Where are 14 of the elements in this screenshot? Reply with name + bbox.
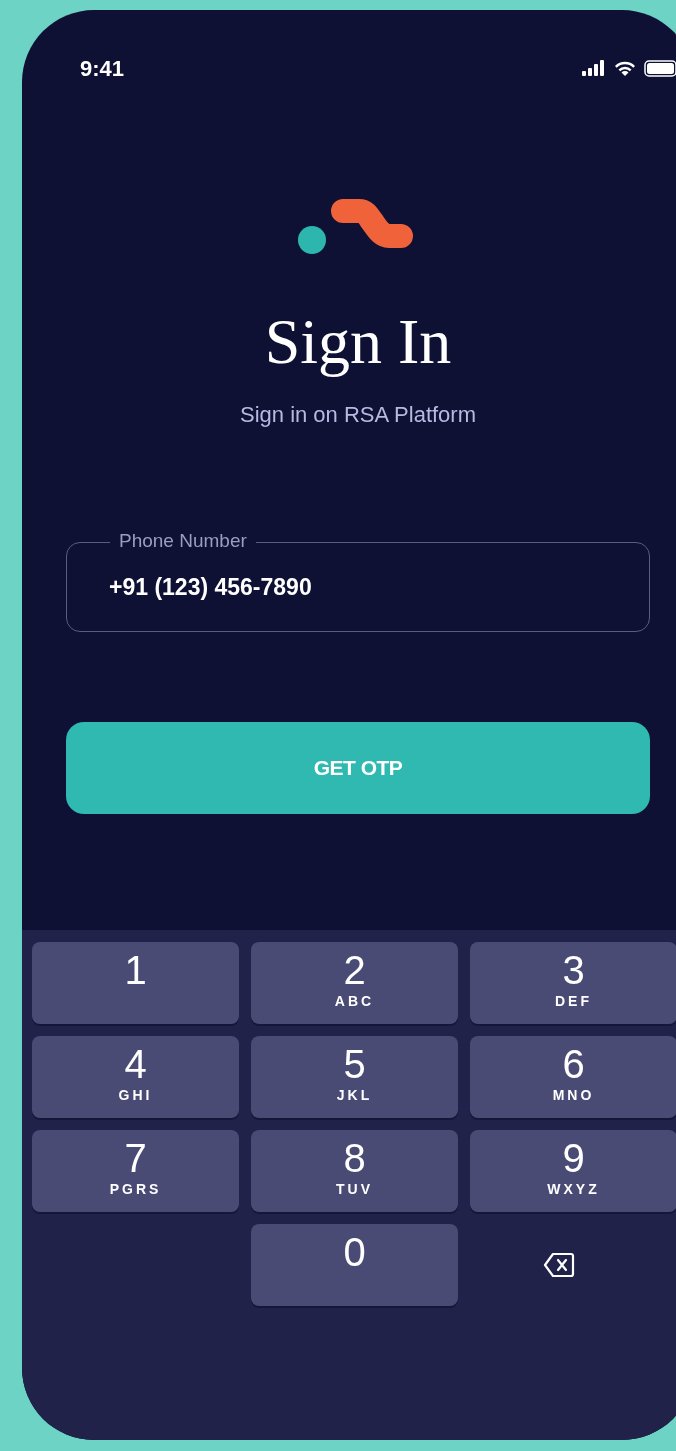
- keypad-key[interactable]: 4 GHI: [32, 1036, 239, 1118]
- keypad-key[interactable]: 5 JKL: [251, 1036, 458, 1118]
- status-time: 9:41: [80, 54, 125, 83]
- keypad-key[interactable]: 6 MNO: [470, 1036, 676, 1118]
- keypad-key[interactable]: 3 DEF: [470, 942, 676, 1024]
- keypad-key[interactable]: 9 WXYZ: [470, 1130, 676, 1212]
- keypad-key[interactable]: 0: [251, 1224, 458, 1306]
- phone-number-value: +91 (123) 456-7890: [109, 572, 312, 602]
- keypad-key[interactable]: 8 TUV: [251, 1130, 458, 1212]
- keypad-key[interactable]: 1: [32, 942, 239, 1024]
- page-subtitle: Sign in on RSA Platform: [239, 401, 477, 429]
- keypad-key[interactable]: 7 PGRS: [32, 1130, 239, 1212]
- page-title: Sign In: [263, 306, 453, 378]
- keypad-key[interactable]: 2 ABC: [251, 942, 458, 1024]
